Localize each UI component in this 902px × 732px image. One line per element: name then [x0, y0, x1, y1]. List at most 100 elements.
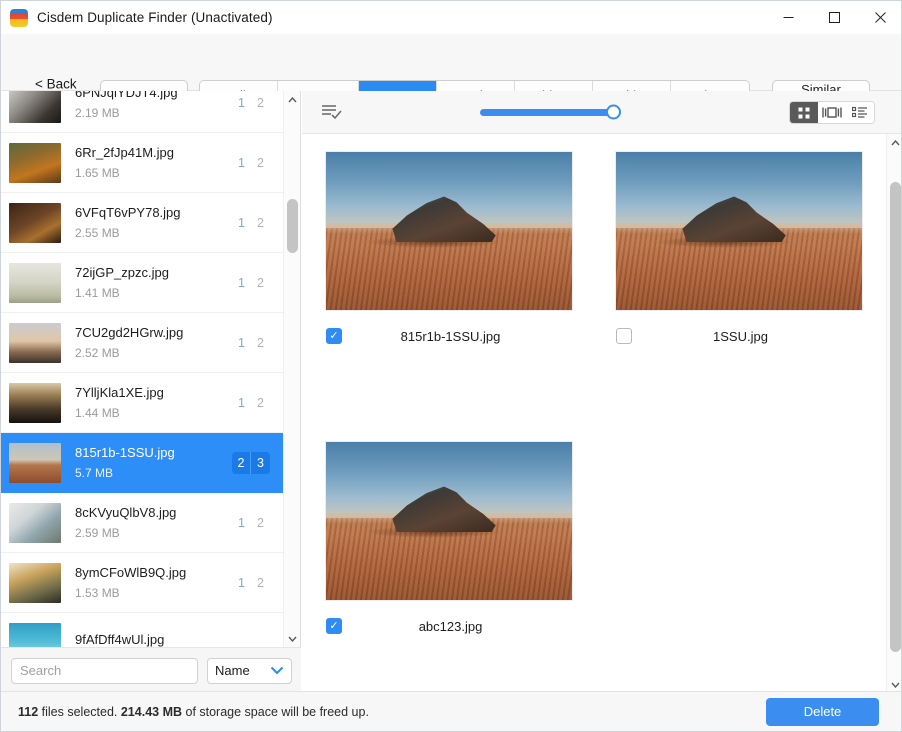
file-list-item[interactable]: 815r1b-1SSU.jpg 5.7 MB23 — [1, 433, 284, 493]
duplicate-file-list[interactable]: 6PNJqiYDJT4.jpg2.19 MB126Rr_2fJp41M.jpg1… — [1, 91, 284, 647]
file-name: 8ymCFoWlB9Q.jpg — [75, 565, 232, 580]
badge-total: 2 — [251, 212, 270, 234]
preview-scroll-thumb[interactable] — [890, 182, 901, 652]
list-view-icon[interactable] — [846, 102, 874, 123]
file-size: 2.52 MB — [75, 346, 232, 360]
file-name: 9fAfDff4wUl.jpg — [75, 632, 284, 647]
card-preview-image[interactable] — [325, 441, 573, 601]
close-button[interactable] — [857, 1, 902, 34]
preview-pane: ✓815r1b-1SSU.jpg1SSU.jpg✓abc123.jpg — [302, 91, 902, 693]
badge-index: 2 — [232, 452, 251, 474]
sort-dropdown-label: Name — [215, 663, 250, 678]
file-list-item[interactable]: 8ymCFoWlB9Q.jpg1.53 MB12 — [1, 553, 284, 613]
grid-view-icon[interactable] — [790, 102, 818, 123]
file-meta: 8cKVyuQlbV8.jpg 2.59 MB — [75, 505, 232, 540]
preview-scroll-up-icon[interactable] — [887, 134, 902, 151]
file-list-item[interactable]: 8cKVyuQlbV8.jpg 2.59 MB12 — [1, 493, 284, 553]
file-list-item[interactable]: 6PNJqiYDJT4.jpg2.19 MB12 — [1, 91, 284, 133]
slider-track — [480, 109, 615, 116]
file-name: 7YlljKla1XE.jpg — [75, 385, 232, 400]
app-logo-icon — [10, 9, 28, 27]
file-name: 8cKVyuQlbV8.jpg — [75, 505, 232, 520]
file-size: 2.19 MB — [75, 106, 232, 120]
duplicate-count-badges: 12 — [232, 272, 270, 294]
file-list-item[interactable]: 7YlljKla1XE.jpg1.44 MB12 — [1, 373, 284, 433]
card-footer: ✓815r1b-1SSU.jpg — [325, 325, 573, 347]
cover-flow-icon[interactable] — [818, 102, 846, 123]
status-bar: 112 files selected. 214.43 MB of storage… — [1, 691, 902, 731]
file-size: 2.59 MB — [75, 526, 232, 540]
duplicate-count-badges: 12 — [232, 512, 270, 534]
selected-count: 112 — [18, 705, 38, 719]
image-card[interactable]: ✓815r1b-1SSU.jpg — [325, 151, 573, 347]
sidebar-scroll-thumb[interactable] — [287, 199, 298, 253]
file-list-item[interactable]: 9fAfDff4wUl.jpg — [1, 613, 284, 647]
sidebar-scrollbar[interactable] — [283, 91, 300, 647]
duplicate-count-badges: 12 — [232, 392, 270, 414]
file-list-item[interactable]: 7CU2gd2HGrw.jpg2.52 MB12 — [1, 313, 284, 373]
badge-index: 1 — [232, 212, 251, 234]
card-file-name: abc123.jpg — [342, 619, 559, 634]
file-name: 815r1b-1SSU.jpg — [75, 445, 232, 460]
file-thumbnail — [9, 443, 61, 483]
duplicate-count-badges: 12 — [232, 92, 270, 114]
card-footer: 1SSU.jpg — [615, 325, 863, 347]
freed-size: 214.43 MB — [121, 705, 182, 719]
duplicate-count-badges: 12 — [232, 212, 270, 234]
checkmark-icon: ✓ — [329, 621, 338, 632]
file-sidebar: 6PNJqiYDJT4.jpg2.19 MB126Rr_2fJp41M.jpg1… — [1, 91, 301, 693]
sort-dropdown[interactable]: Name — [207, 658, 292, 684]
file-size: 2.55 MB — [75, 226, 232, 240]
scroll-up-icon[interactable] — [284, 91, 301, 108]
card-checkbox[interactable]: ✓ — [326, 328, 342, 344]
file-thumbnail — [9, 203, 61, 243]
minimize-button[interactable] — [765, 1, 811, 34]
file-meta: 6PNJqiYDJT4.jpg2.19 MB — [75, 91, 232, 120]
chevron-down-icon — [270, 662, 284, 680]
image-card[interactable]: 1SSU.jpg — [615, 151, 863, 347]
scroll-down-icon[interactable] — [284, 630, 301, 647]
card-file-name: 815r1b-1SSU.jpg — [342, 329, 559, 344]
file-meta: 815r1b-1SSU.jpg 5.7 MB — [75, 445, 232, 480]
window-controls — [765, 1, 902, 34]
title-bar: Cisdem Duplicate Finder (Unactivated) — [1, 1, 902, 34]
image-card[interactable]: ✓ abc123.jpg — [325, 441, 573, 637]
file-size: 5.7 MB — [75, 466, 232, 480]
card-preview-image[interactable] — [325, 151, 573, 311]
card-preview-image[interactable] — [615, 151, 863, 311]
maximize-button[interactable] — [811, 1, 857, 34]
file-thumbnail — [9, 143, 61, 183]
window-title: Cisdem Duplicate Finder (Unactivated) — [37, 10, 273, 25]
card-checkbox[interactable] — [616, 328, 632, 344]
badge-total: 3 — [251, 452, 270, 474]
file-thumbnail — [9, 503, 61, 543]
duplicate-count-badges: 12 — [232, 152, 270, 174]
freed-size-suffix: of storage space will be freed up. — [182, 705, 369, 719]
file-thumbnail — [9, 323, 61, 363]
file-list-item[interactable]: 72ijGP_zpzc.jpg1.41 MB12 — [1, 253, 284, 313]
file-size: 1.41 MB — [75, 286, 232, 300]
badge-index: 1 — [232, 572, 251, 594]
file-thumbnail — [9, 91, 61, 123]
badge-total: 2 — [251, 272, 270, 294]
search-input[interactable] — [11, 658, 198, 684]
badge-total: 2 — [251, 92, 270, 114]
sidebar-footer: Name — [1, 647, 301, 693]
preview-toolbar — [302, 91, 902, 134]
file-thumbnail — [9, 563, 61, 603]
file-thumbnail — [9, 383, 61, 423]
view-mode-group — [789, 101, 875, 124]
status-summary: 112 files selected. 214.43 MB of storage… — [18, 705, 369, 719]
select-all-checklist-icon[interactable] — [321, 102, 343, 122]
delete-button[interactable]: Delete — [766, 698, 879, 726]
file-list-item[interactable]: 6VFqT6vPY78.jpg2.55 MB12 — [1, 193, 284, 253]
badge-total: 2 — [251, 332, 270, 354]
main-toolbar: < Back Overview All Documents Images Mus… — [1, 34, 902, 91]
badge-total: 2 — [251, 572, 270, 594]
thumbnail-size-slider[interactable] — [480, 102, 615, 122]
slider-knob[interactable] — [606, 105, 621, 120]
file-list-item[interactable]: 6Rr_2fJp41M.jpg1.65 MB12 — [1, 133, 284, 193]
card-checkbox[interactable]: ✓ — [326, 618, 342, 634]
badge-total: 2 — [251, 512, 270, 534]
preview-scrollbar[interactable] — [886, 134, 902, 693]
